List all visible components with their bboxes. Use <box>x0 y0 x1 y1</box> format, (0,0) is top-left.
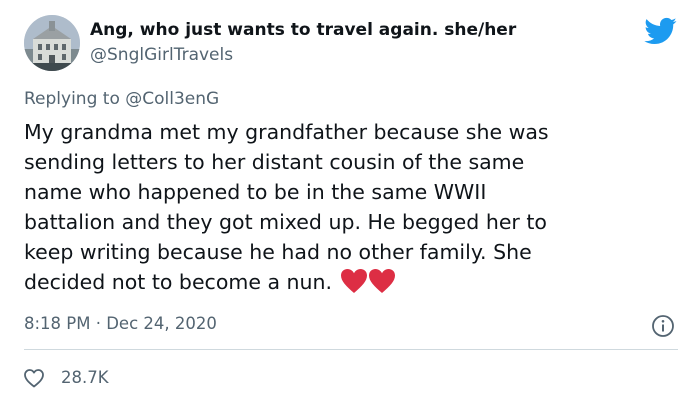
like-count[interactable]: 28.7K <box>61 368 109 387</box>
tweet-line: keep writing because he had no other fam… <box>24 240 532 264</box>
twitter-bird-icon[interactable] <box>643 14 677 48</box>
replying-to: Replying to @Coll3enG <box>24 89 219 109</box>
tweet-last-line: decided not to become a nun. <box>24 267 674 297</box>
tweet-line: battalion and they got mixed up. He begg… <box>24 210 547 234</box>
display-name[interactable]: Ang, who just wants to travel again. she… <box>90 20 516 40</box>
tweet-line: sending letters to her distant cousin of… <box>24 150 525 174</box>
tweet-timestamp[interactable]: 8:18 PM · Dec 24, 2020 <box>24 314 217 333</box>
replying-to-label: Replying to <box>24 89 126 109</box>
tweet-text: My grandma met my grandfather because sh… <box>24 117 674 297</box>
user-handle[interactable]: @SnglGirlTravels <box>90 45 233 65</box>
tweet-card: Ang, who just wants to travel again. she… <box>0 0 700 403</box>
info-icon[interactable] <box>651 314 675 338</box>
heart-outline-icon[interactable] <box>22 366 46 390</box>
tweet-line: My grandma met my grandfather because sh… <box>24 120 549 144</box>
divider <box>24 349 678 350</box>
tweet-line: decided not to become a nun. <box>24 270 333 294</box>
building-photo-avatar-icon <box>24 15 80 71</box>
two-red-hearts-icon <box>340 268 396 302</box>
avatar[interactable] <box>24 15 80 71</box>
tweet-line: name who happened to be in the same WWII <box>24 180 487 204</box>
reply-mention-link[interactable]: @Coll3enG <box>125 89 219 109</box>
